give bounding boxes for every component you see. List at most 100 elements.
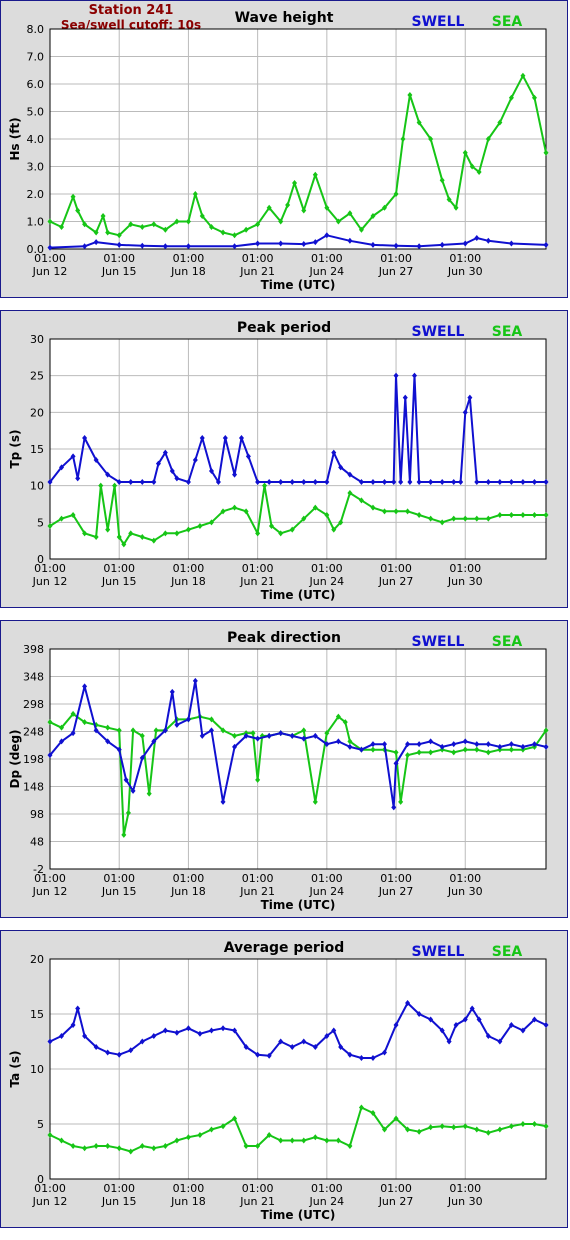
x-tick-time: 01:00 xyxy=(380,872,412,885)
x-tick-time: 01:00 xyxy=(449,562,481,575)
x-tick-date: Jun 27 xyxy=(378,575,414,588)
legend-sea: SEA xyxy=(492,14,523,30)
legend-sea: SEA xyxy=(492,324,523,340)
x-tick-date: Jun 12 xyxy=(32,1195,68,1208)
x-tick-date: Jun 21 xyxy=(239,575,275,588)
x-tick-date: Jun 12 xyxy=(32,575,68,588)
chart-title: Peak direction xyxy=(227,630,341,646)
y-tick-label: 5 xyxy=(37,516,44,529)
x-tick-time: 01:00 xyxy=(103,252,135,265)
x-tick-time: 01:00 xyxy=(103,1182,135,1195)
chart-title: Peak period xyxy=(237,320,331,336)
x-tick-date: Jun 15 xyxy=(101,885,137,898)
y-tick-label: 8.0 xyxy=(27,23,45,36)
x-tick-date: Jun 21 xyxy=(239,885,275,898)
x-tick-date: Jun 15 xyxy=(101,1195,137,1208)
x-tick-date: Jun 24 xyxy=(308,885,344,898)
x-tick-date: Jun 18 xyxy=(170,575,206,588)
y-tick-label: 10 xyxy=(30,1063,44,1076)
average-period-panel: 0 5 10 15 20 01:00 Jun 12 01:00 Jun 15 01:00 Jun 1… xyxy=(0,930,568,1228)
x-tick-time: 01:00 xyxy=(242,252,274,265)
legend-swell: SWELL xyxy=(412,14,465,30)
x-tick-time: 01:00 xyxy=(173,1182,205,1195)
y-tick-label: 198 xyxy=(23,753,44,766)
x-tick-time: 01:00 xyxy=(449,252,481,265)
x-tick-time: 01:00 xyxy=(449,1182,481,1195)
x-axis-label: Time (UTC) xyxy=(261,588,336,602)
x-tick-date: Jun 12 xyxy=(32,885,68,898)
x-tick-date: Jun 18 xyxy=(170,265,206,278)
y-tick-label: 98 xyxy=(30,808,44,821)
y-tick-label: 298 xyxy=(23,698,44,711)
legend-swell: SWELL xyxy=(412,324,465,340)
y-tick-label: 3.0 xyxy=(27,161,45,174)
x-tick-time: 01:00 xyxy=(311,562,343,575)
x-tick-time: 01:00 xyxy=(103,562,135,575)
x-tick-time: 01:00 xyxy=(242,1182,274,1195)
y-tick-label: 248 xyxy=(23,726,44,739)
y-axis-label: Ta (s) xyxy=(8,1050,22,1087)
x-tick-date: Jun 24 xyxy=(308,1195,344,1208)
y-tick-label: 2.0 xyxy=(27,188,45,201)
x-tick-time: 01:00 xyxy=(173,562,205,575)
x-tick-time: 01:00 xyxy=(449,872,481,885)
y-tick-label: 4.0 xyxy=(27,133,45,146)
x-tick-time: 01:00 xyxy=(34,562,66,575)
peak-period-chart: 05101520253001:00Jun 1201:00Jun 1501:00J… xyxy=(8,320,549,602)
peak-direction-panel: -2 48 98 148 198 248 298 348 398 01:00 Jun 12 01:00… xyxy=(0,620,568,918)
y-tick-label: 6.0 xyxy=(27,78,45,91)
x-tick-date: Jun 27 xyxy=(378,265,414,278)
x-tick-date: Jun 12 xyxy=(32,265,68,278)
x-tick-time: 01:00 xyxy=(173,872,205,885)
y-tick-label: 7.0 xyxy=(27,51,45,64)
x-tick-time: 01:00 xyxy=(311,1182,343,1195)
x-tick-date: Jun 30 xyxy=(447,575,483,588)
legend-swell: SWELL xyxy=(412,944,465,960)
y-tick-label: 48 xyxy=(30,836,44,849)
chart-title: Wave height xyxy=(235,10,334,26)
x-tick-time: 01:00 xyxy=(242,872,274,885)
y-tick-label: 348 xyxy=(23,671,44,684)
x-tick-date: Jun 27 xyxy=(378,885,414,898)
x-tick-time: 01:00 xyxy=(34,1182,66,1195)
x-tick-date: Jun 30 xyxy=(447,1195,483,1208)
peak-period-panel: 0 5 10 15 20 25 30 01:00 Jun 12 01:00 Jun 15 01:00 J… xyxy=(0,310,568,608)
x-tick-date: Jun 18 xyxy=(170,885,206,898)
x-tick-date: Jun 24 xyxy=(308,575,344,588)
x-tick-date: Jun 30 xyxy=(447,885,483,898)
y-tick-label: 20 xyxy=(30,406,44,419)
y-tick-label: 15 xyxy=(30,1008,44,1021)
x-tick-time: 01:00 xyxy=(311,872,343,885)
x-tick-time: 01:00 xyxy=(103,872,135,885)
y-tick-label: 25 xyxy=(30,370,44,383)
x-axis-label: Time (UTC) xyxy=(261,1208,336,1222)
y-tick-label: 30 xyxy=(30,333,44,346)
y-tick-label: 148 xyxy=(23,781,44,794)
x-tick-date: Jun 27 xyxy=(378,1195,414,1208)
y-tick-label: 5.0 xyxy=(27,106,45,119)
x-tick-date: Jun 15 xyxy=(101,575,137,588)
chart-title: Average period xyxy=(224,940,345,956)
x-tick-time: 01:00 xyxy=(34,252,66,265)
wave-height-chart: Station 241 Sea/swell cutoff: 10s 0.01.0… xyxy=(8,3,549,292)
y-tick-label: 398 xyxy=(23,643,44,656)
legend-swell: SWELL xyxy=(412,634,465,650)
station-name: Station 241 xyxy=(89,3,174,18)
peak-direction-chart: -2489814819824829834839801:00Jun 1201:00… xyxy=(8,630,549,912)
average-period-chart: 0510152001:00Jun 1201:00Jun 1501:00Jun 1… xyxy=(8,940,549,1222)
x-tick-time: 01:00 xyxy=(380,562,412,575)
legend-sea: SEA xyxy=(492,944,523,960)
y-axis-label: Hs (ft) xyxy=(8,117,22,160)
y-tick-label: 10 xyxy=(30,480,44,493)
x-tick-time: 01:00 xyxy=(173,252,205,265)
y-tick-label: 15 xyxy=(30,443,44,456)
x-tick-time: 01:00 xyxy=(380,1182,412,1195)
y-tick-label: 20 xyxy=(30,953,44,966)
x-tick-date: Jun 30 xyxy=(447,265,483,278)
wave-height-panel: Station 241 Sea/swell cutoff: 10s 0.0 1.0… xyxy=(0,0,568,298)
x-tick-date: Jun 24 xyxy=(308,265,344,278)
x-tick-time: 01:00 xyxy=(242,562,274,575)
y-tick-label: 1.0 xyxy=(27,216,45,229)
x-tick-date: Jun 15 xyxy=(101,265,137,278)
legend-sea: SEA xyxy=(492,634,523,650)
